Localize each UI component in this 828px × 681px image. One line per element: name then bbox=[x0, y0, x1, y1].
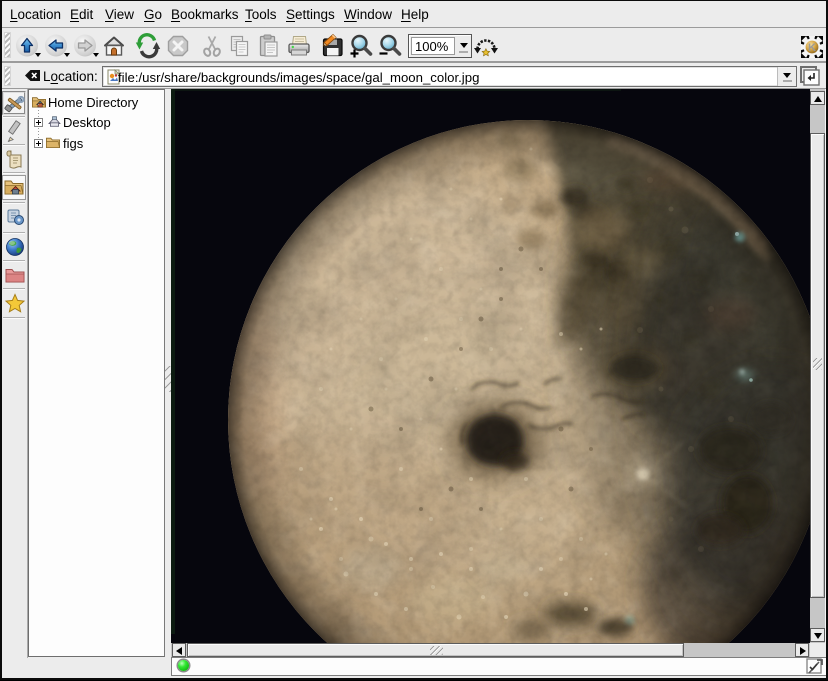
svg-text:K: K bbox=[808, 42, 816, 54]
